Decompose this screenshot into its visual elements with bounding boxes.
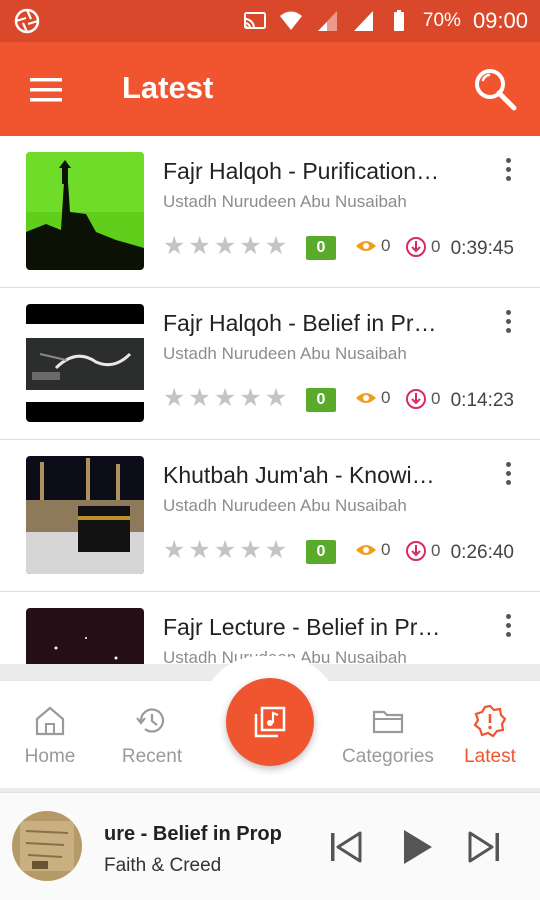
views-value: 0	[381, 388, 391, 407]
downloads-value: 0	[431, 541, 441, 560]
rating-badge: 0	[306, 236, 336, 260]
menu-icon[interactable]	[28, 72, 64, 108]
nav-recent[interactable]: Recent	[92, 704, 212, 768]
star-icon: ★	[213, 232, 237, 260]
player-title: ure - Belief in Prop	[104, 823, 282, 845]
list-item[interactable]: Fajr Halqoh - Belief in Pr… Ustadh Nurud…	[0, 288, 540, 440]
item-thumbnail	[26, 152, 144, 270]
download-icon	[406, 237, 426, 257]
views-count: 0	[355, 388, 390, 408]
item-duration: 0:26:40	[450, 542, 514, 563]
star-icon: ★	[239, 384, 262, 412]
star-icon: ★	[188, 232, 211, 260]
star-icon: ★	[264, 232, 288, 260]
battery-percent: 70%	[422, 10, 461, 31]
star-icon: ★	[239, 536, 262, 564]
star-icon: ★	[264, 384, 288, 412]
more-options-icon[interactable]	[502, 462, 514, 490]
mini-player[interactable]: ure - Belief in Prop Faith & Creed	[0, 792, 540, 900]
rating-stars: ★ ★ ★ ★ ★	[163, 386, 287, 411]
cast-icon	[243, 12, 266, 29]
item-title: Khutbah Jum'ah - Knowi…	[163, 462, 435, 488]
home-icon	[35, 706, 65, 736]
item-author: Ustadh Nurudeen Abu Nusaibah	[163, 496, 407, 515]
more-options-icon[interactable]	[502, 158, 514, 186]
star-icon: ★	[163, 384, 186, 412]
views-count: 0	[355, 540, 390, 560]
item-thumbnail	[26, 304, 144, 422]
play-icon[interactable]	[396, 827, 436, 867]
signal-icon	[353, 11, 373, 31]
star-icon: ★	[213, 384, 237, 412]
wifi-icon	[279, 11, 302, 30]
status-bar: 70% 09:00	[0, 0, 540, 42]
star-icon: ★	[163, 232, 186, 260]
now-playing-button[interactable]	[226, 678, 314, 766]
clock: 09:00	[472, 8, 528, 33]
item-thumbnail	[26, 608, 144, 664]
eye-icon	[356, 241, 376, 251]
nav-recent-label: Recent	[121, 746, 183, 767]
rating-badge: 0	[306, 388, 336, 412]
search-icon[interactable]	[472, 66, 518, 112]
page-title: Latest	[122, 70, 214, 105]
previous-track-icon[interactable]	[326, 827, 366, 867]
item-duration: 0:14:23	[450, 390, 514, 411]
folder-icon	[372, 710, 404, 734]
download-icon	[406, 389, 426, 409]
views-count: 0	[355, 236, 390, 256]
star-icon: ★	[264, 536, 288, 564]
battery-icon	[393, 10, 404, 31]
star-icon: ★	[239, 232, 262, 260]
nav-latest[interactable]: Latest	[430, 704, 540, 768]
item-title: Fajr Lecture - Belief in Pr…	[163, 614, 441, 640]
item-duration: 0:39:45	[450, 238, 514, 259]
downloads-count: 0	[405, 236, 440, 258]
more-options-icon[interactable]	[502, 310, 514, 338]
list-item[interactable]: Khutbah Jum'ah - Knowi… Ustadh Nurudeen …	[0, 440, 540, 592]
star-icon: ★	[213, 536, 237, 564]
item-author: Ustadh Nurudeen Abu Nusaibah	[163, 192, 407, 211]
list-item[interactable]: Fajr Halqoh - Purification… Ustadh Nurud…	[0, 136, 540, 288]
item-author: Ustadh Nurudeen Abu Nusaibah	[163, 344, 407, 363]
list-item[interactable]: Fajr Lecture - Belief in Pr… Ustadh Nuru…	[0, 592, 540, 664]
item-title: Fajr Halqoh - Belief in Pr…	[163, 310, 437, 336]
history-icon	[136, 708, 165, 733]
views-value: 0	[381, 540, 391, 559]
audio-list: Fajr Halqoh - Purification… Ustadh Nurud…	[0, 136, 540, 664]
downloads-count: 0	[405, 540, 440, 562]
rating-stars: ★ ★ ★ ★ ★	[163, 234, 287, 259]
downloads-value: 0	[431, 389, 441, 408]
new-badge-icon	[473, 704, 507, 738]
next-track-icon[interactable]	[464, 827, 504, 867]
star-icon: ★	[188, 536, 211, 564]
music-library-icon	[254, 706, 286, 738]
aperture-icon	[14, 8, 40, 34]
star-icon: ★	[188, 384, 211, 412]
eye-icon	[356, 393, 376, 403]
rating-badge: 0	[306, 540, 336, 564]
nav-latest-label: Latest	[464, 746, 516, 767]
download-icon	[406, 541, 426, 561]
app-bar: Latest	[0, 42, 540, 136]
downloads-count: 0	[405, 388, 440, 410]
signal-icon	[317, 11, 337, 31]
player-subtitle: Faith & Creed	[104, 855, 222, 876]
eye-icon	[356, 545, 376, 555]
views-value: 0	[381, 236, 391, 255]
item-thumbnail	[26, 456, 144, 574]
star-icon: ★	[163, 536, 186, 564]
item-title: Fajr Halqoh - Purification…	[163, 158, 440, 184]
downloads-value: 0	[431, 237, 441, 256]
album-cover	[12, 811, 82, 881]
rating-stars: ★ ★ ★ ★ ★	[163, 538, 287, 563]
more-options-icon[interactable]	[502, 614, 514, 642]
